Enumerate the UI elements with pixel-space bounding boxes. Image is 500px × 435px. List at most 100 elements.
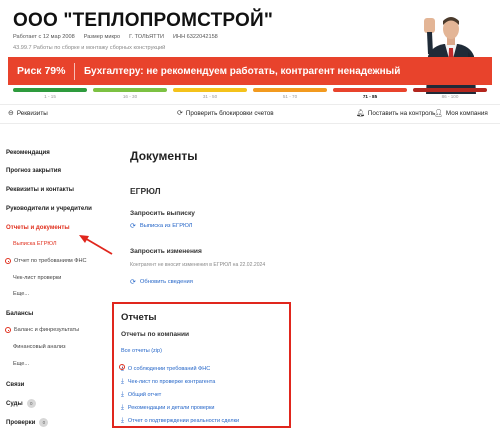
meta-founded: Работает с 12 мар 2008 (13, 34, 75, 40)
risk-separator (74, 62, 75, 80)
risk-scale-label: 71 - 85 (362, 94, 378, 99)
risk-scale-bar (173, 88, 247, 92)
risk-scale-segment: 31 - 50 (173, 88, 247, 99)
alert-circle-icon (119, 364, 125, 370)
sidebar-item-managers[interactable]: Руководители и учредители (6, 205, 92, 212)
check-blocks-button[interactable]: ⟳ Проверить блокировки счетов (177, 109, 274, 118)
report-label: О соблюдении требований ФНС (127, 366, 211, 372)
report-link-fns[interactable]: ⤓ О соблюдении требований ФНС (121, 365, 210, 373)
sidebar-sub-checklist[interactable]: Чек-лист проверки (13, 275, 61, 281)
refresh-icon: ⟳ (130, 223, 136, 230)
report-label: Чек-лист по проверке контрагента (127, 379, 216, 385)
report-link-general[interactable]: ⤓ Общий отчет (121, 391, 161, 399)
sidebar: Рекомендация Прогноз закрытия Реквизиты … (0, 124, 112, 435)
report-link-recommendations[interactable]: ⤓ Рекомендации и детали проверки (121, 404, 214, 412)
meta-size: Размер микро (83, 34, 121, 40)
download-icon: ⤓ (121, 378, 124, 385)
request-changes-title: Запросить изменения (130, 248, 202, 255)
sidebar-item-requisites[interactable]: Реквизиты и контакты (6, 186, 74, 193)
all-reports-zip-label: Все отчеты (zip) (121, 348, 162, 354)
sidebar-sub-more[interactable]: Еще... (13, 291, 29, 297)
monitor-label: Поставить на контроль (367, 109, 436, 117)
download-icon: ⤓ (121, 404, 124, 411)
report-label: Рекомендации и детали проверки (127, 405, 215, 411)
monitor-button[interactable]: 🔔︎ Поставить на контроль (356, 109, 436, 118)
sidebar-item-balances[interactable]: Балансы (6, 310, 33, 317)
sidebar-item-reports-docs[interactable]: Отчеты и документы (6, 224, 70, 231)
meta-inn: ИНН 6322042158 (173, 34, 218, 40)
reports-title: Отчеты (121, 312, 157, 323)
page-title: Документы (130, 149, 198, 163)
risk-scale-segment: 86 - 100 (413, 88, 487, 99)
risk-scale-bar (13, 88, 87, 92)
more-label: Еще... (13, 291, 30, 297)
report-link-checklist[interactable]: ⤓ Чек-лист по проверке контрагента (121, 378, 215, 386)
courts-count-badge: 0 (26, 399, 36, 408)
meta-city: Г. ТОЛЬЯТТИ (129, 34, 165, 40)
risk-scale-bar (93, 88, 167, 92)
risk-scale-label: 16 - 30 (122, 94, 138, 99)
checklist-label: Чек-лист проверки (13, 275, 62, 281)
report-label: Отчет о подтверждении реальности сделки (127, 418, 240, 424)
alert-circle-icon (5, 258, 11, 264)
refresh-info-label: Обновить сведения (139, 279, 193, 285)
all-reports-zip-link[interactable]: Все отчеты (zip) (121, 348, 162, 354)
request-extract-title: Запросить выписку (130, 210, 195, 217)
risk-scale: 1 - 15 16 - 30 31 - 50 51 - 70 71 - 85 8… (13, 88, 487, 99)
download-icon: ⤓ (121, 417, 124, 424)
refresh-info-link[interactable]: ⟳ Обновить сведения (130, 278, 193, 286)
company-title: ООО "ТЕПЛОПРОМСТРОЙ" (13, 10, 274, 31)
requisites-label: Реквизиты (16, 109, 48, 117)
more-label: Еще... (13, 361, 30, 367)
inspections-label: Проверки (6, 419, 36, 427)
report-link-deal-reality[interactable]: ⤓ Отчет о подтверждении реальности сделк… (121, 417, 239, 425)
report-label: Общий отчет (127, 392, 162, 398)
download-icon: ⤓ (121, 391, 124, 398)
no-changes-note: Контрагент не вносит изменения в ЕГРЮЛ н… (130, 262, 266, 268)
risk-scale-segment: 16 - 30 (93, 88, 167, 99)
sidebar-sub-more[interactable]: Еще... (13, 361, 29, 367)
sidebar-item-inspections[interactable]: Проверки 0 (6, 418, 49, 427)
company-activity: 43.99.7 Работы по сборке и монтажу сборн… (13, 45, 166, 51)
risk-scale-segment-active: 71 - 85 (333, 88, 407, 99)
main-content: Документы ЕГРЮЛ Запросить выписку ⟳ Выпи… (112, 124, 500, 435)
sidebar-sub-egrul-extract[interactable]: Выписка ЕГРЮЛ (13, 241, 57, 247)
egrul-extract-label: Выписка ЕГРЮЛ (13, 241, 57, 247)
egrul-extract-link-label: Выписка из ЕГРЮЛ (139, 223, 193, 229)
sidebar-item-courts[interactable]: Суды 0 (6, 399, 36, 408)
risk-banner: Риск 79% Бухгалтеру: не рекомендуем рабо… (8, 57, 492, 85)
requisites-button[interactable]: ⊖ Реквизиты (8, 109, 48, 118)
risk-message: Бухгалтеру: не рекомендуем работать, кон… (84, 65, 401, 77)
risk-scale-bar (333, 88, 407, 92)
section-egrul-title: ЕГРЮЛ (130, 186, 161, 196)
reports-section: Отчеты Отчеты по компании Все отчеты (zi… (112, 302, 291, 428)
egrul-extract-link[interactable]: ⟳ Выписка из ЕГРЮЛ (130, 222, 192, 230)
sidebar-item-recommendation[interactable]: Рекомендация (6, 149, 50, 156)
check-blocks-label: Проверить блокировки счетов (185, 109, 274, 117)
balance-fin-label: Баланс и финрезультаты (14, 327, 80, 333)
fin-analysis-label: Финансовый анализ (13, 344, 66, 350)
risk-scale-label: 51 - 70 (282, 94, 298, 99)
refresh-icon: ⟳ (130, 279, 136, 286)
risk-scale-label: 86 - 100 (441, 94, 459, 99)
sidebar-item-forecast[interactable]: Прогноз закрытия (6, 167, 61, 174)
risk-scale-segment: 51 - 70 (253, 88, 327, 99)
refresh-icon: ⟳ (177, 110, 183, 117)
inspections-count-badge: 0 (39, 418, 49, 427)
sidebar-item-links[interactable]: Связи (6, 381, 24, 388)
my-company-label: Моя компания (445, 109, 488, 117)
risk-scale-label: 31 - 50 (202, 94, 218, 99)
sidebar-sub-balance-fin[interactable]: Баланс и финрезультаты (5, 327, 79, 333)
sidebar-sub-fin-analysis[interactable]: Финансовый анализ (13, 344, 66, 350)
minus-circle-icon: ⊖ (8, 110, 14, 117)
risk-scale-label: 1 - 15 (44, 94, 56, 99)
risk-percent: Риск 79% (17, 65, 66, 77)
my-company-button[interactable]: 👤︎ Моя компания (434, 109, 488, 118)
risk-scale-bar (253, 88, 327, 92)
sidebar-sub-fns-report[interactable]: Отчет по требованиям ФНС (5, 258, 87, 264)
courts-label: Суды (6, 400, 23, 408)
risk-scale-segment: 1 - 15 (13, 88, 87, 99)
company-meta: Работает с 12 мар 2008 Размер микро Г. Т… (13, 34, 218, 40)
reports-by-company-title: Отчеты по компании (121, 331, 190, 338)
user-icon: 👤︎ (434, 110, 443, 117)
